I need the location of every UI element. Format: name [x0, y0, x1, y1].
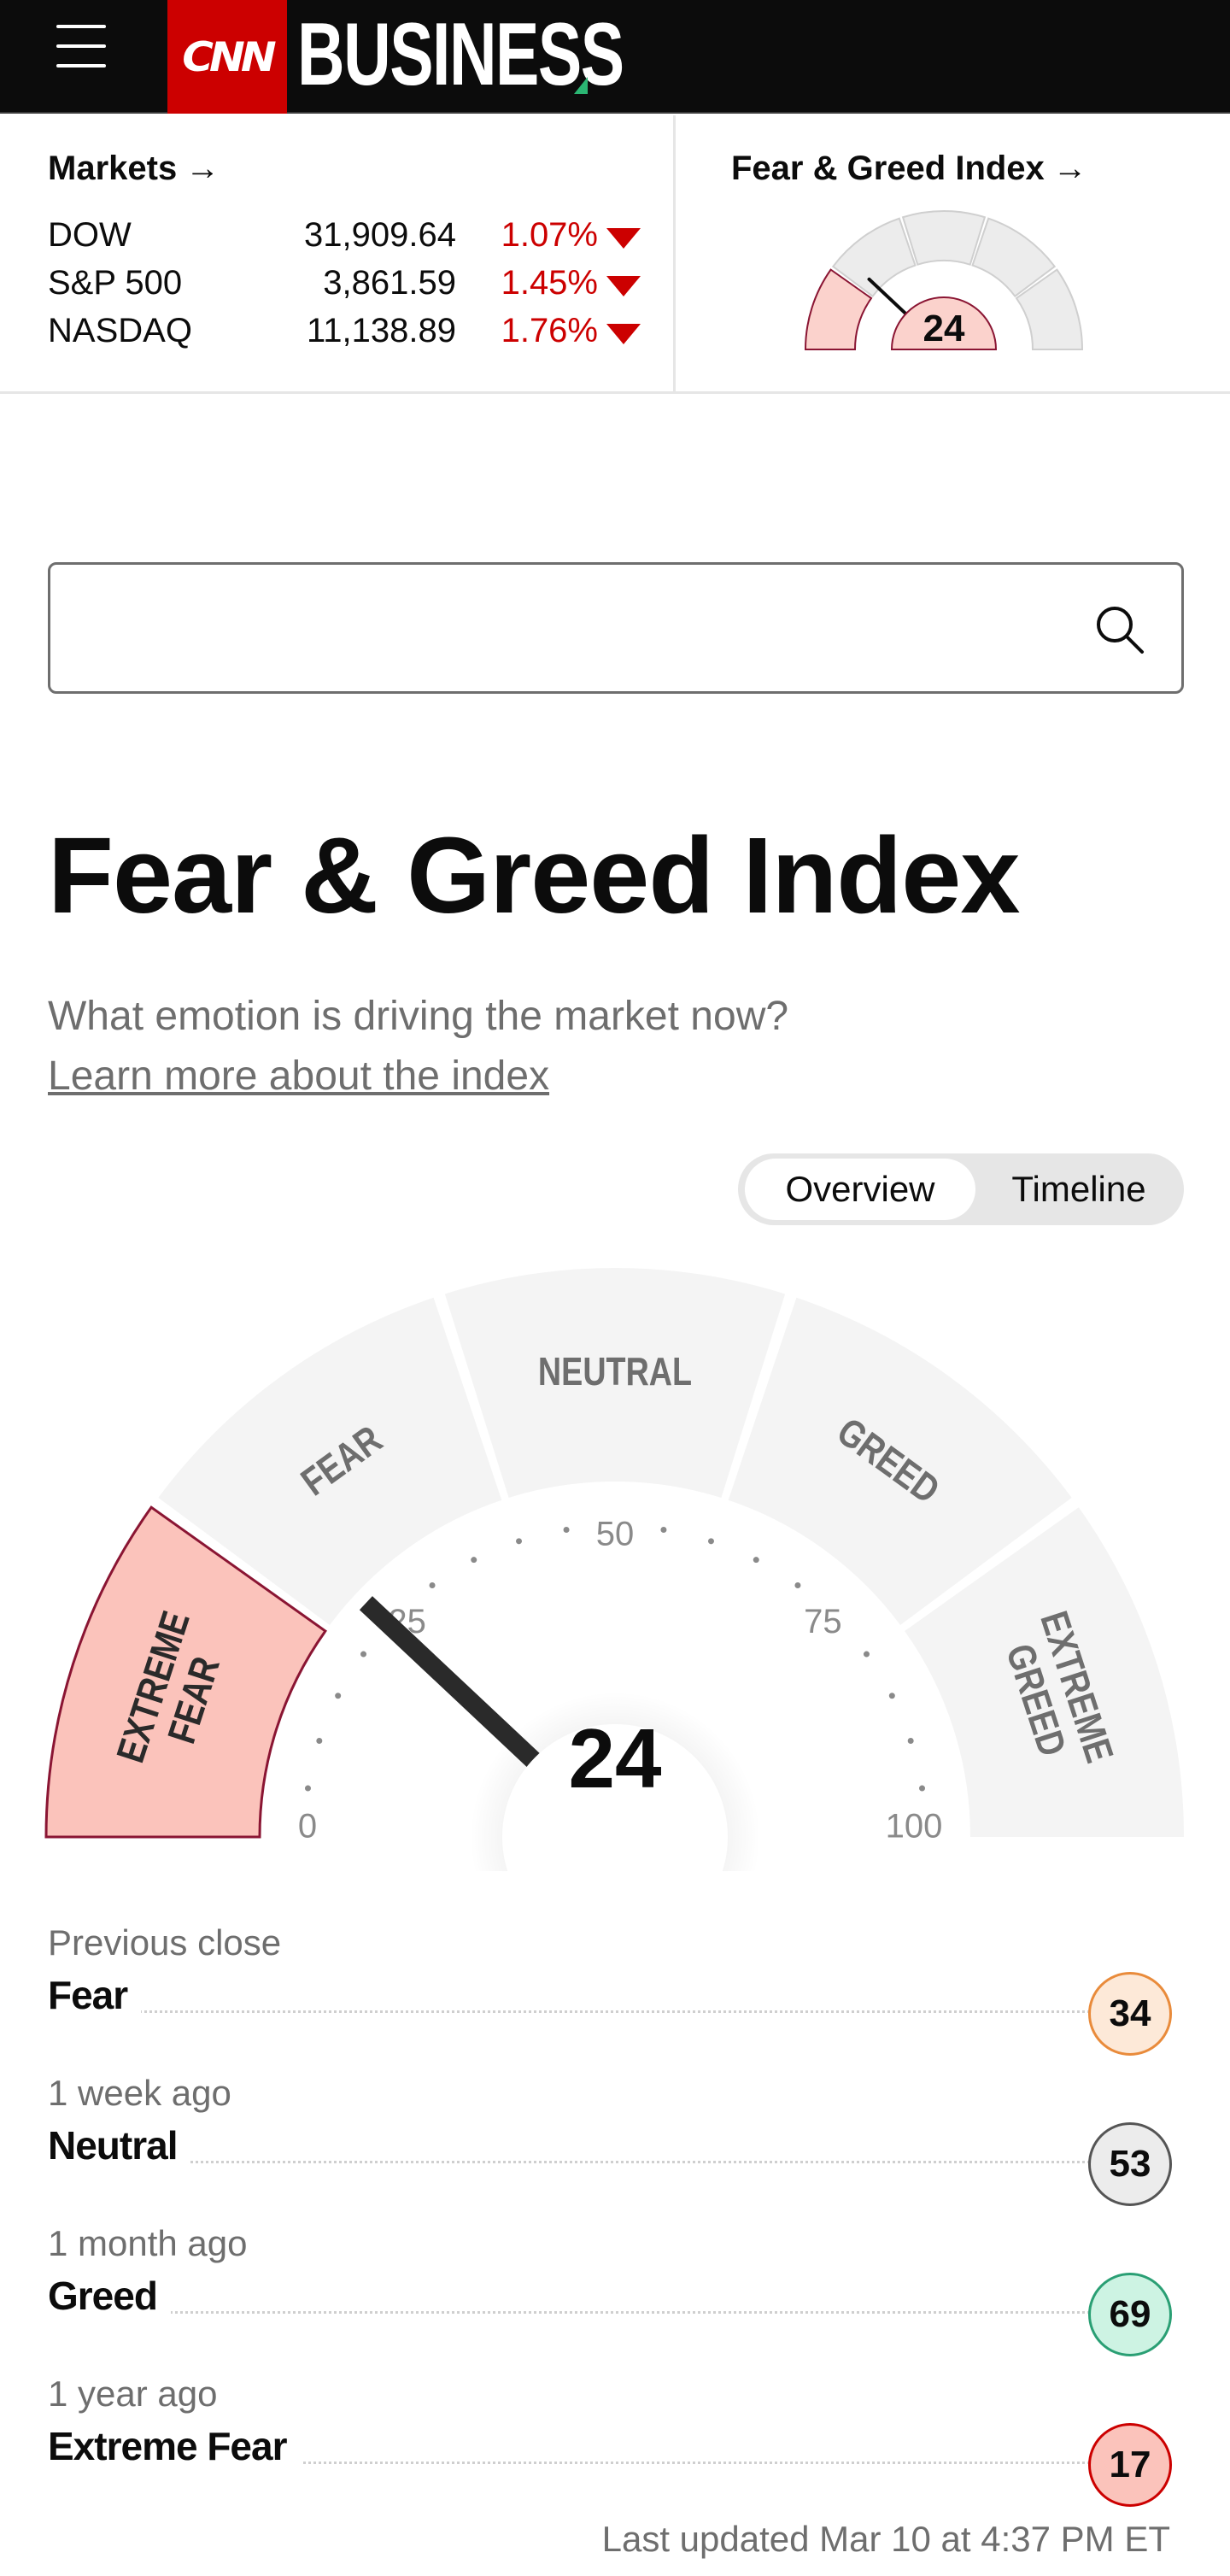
history-item: 1 year ago Extreme Fear 17 — [48, 2374, 1184, 2524]
page-title: Fear & Greed Index — [48, 815, 1020, 936]
gauge-tick-dot — [471, 1557, 477, 1564]
index-name: DOW — [48, 216, 132, 254]
gauge-scale-label: 75 — [804, 1603, 842, 1640]
market-index-row[interactable]: DOW 31,909.64 1.07% — [48, 216, 641, 264]
gauge-tick-dot — [316, 1738, 323, 1745]
mini-gauge-segment — [901, 210, 987, 266]
history-when: 1 month ago — [48, 2223, 248, 2263]
gauge-tick-dot — [360, 1651, 367, 1658]
cnn-logo[interactable]: CNN — [167, 0, 287, 114]
history-label: Extreme Fear — [48, 2423, 301, 2469]
index-value: 3,861.59 — [323, 264, 456, 302]
gauge-segment-label: NEUTRAL — [538, 1349, 692, 1393]
history-score-badge: 69 — [1088, 2273, 1172, 2356]
gauge-scale-label: 0 — [298, 1808, 317, 1845]
gauge-tick-dot — [907, 1738, 914, 1745]
history-when: 1 week ago — [48, 2073, 231, 2113]
history-score-badge: 53 — [1088, 2122, 1172, 2206]
history-label: Neutral — [48, 2122, 191, 2168]
last-updated: Last updated Mar 10 at 4:37 PM ET — [601, 2519, 1170, 2559]
index-name: S&P 500 — [48, 264, 183, 302]
gauge-needle — [359, 1596, 554, 1780]
history-label: Greed — [48, 2273, 171, 2319]
down-arrow-icon — [606, 228, 641, 249]
arrow-right-icon: → — [1052, 150, 1087, 187]
fear-greed-gauge: 0255075100 EXTREMEFEARFEARNEUTRALGREEDEX… — [44, 1268, 1184, 1871]
history-item: 1 week ago Neutral 53 — [48, 2073, 1184, 2223]
learn-more-link[interactable]: Learn more about the index — [48, 1053, 549, 1100]
index-change: 1.76% — [501, 312, 598, 349]
gauge-tick-dot — [563, 1526, 570, 1533]
market-index-row[interactable]: NASDAQ 11,138.89 1.76% — [48, 312, 641, 360]
view-toggle: Overview Timeline — [738, 1153, 1184, 1225]
gauge-scale-label: 100 — [886, 1808, 943, 1845]
arrow-right-icon: → — [185, 150, 220, 187]
menu-icon[interactable] — [53, 21, 109, 72]
gauge-tick-dot — [794, 1582, 801, 1589]
gauge-tick-dot — [304, 1785, 311, 1792]
market-index-row[interactable]: S&P 500 3,861.59 1.45% — [48, 264, 641, 312]
history-label: Fear — [48, 1972, 142, 2018]
brand-triangle-icon — [574, 77, 588, 94]
gauge-tick-dot — [707, 1538, 714, 1545]
gauge-tick-dot — [753, 1557, 759, 1564]
gauge-tick-dot — [429, 1582, 436, 1589]
dotted-leader — [48, 2161, 1090, 2163]
mini-gauge-value: 24 — [923, 308, 965, 349]
search-input[interactable] — [67, 582, 1075, 676]
page-subtitle: What emotion is driving the market now? — [48, 994, 789, 1039]
cnn-logo-text: CNN — [182, 32, 276, 81]
gauge-scale-label: 50 — [596, 1516, 635, 1553]
gauge-tick-dot — [660, 1526, 667, 1533]
index-change: 1.07% — [501, 216, 598, 254]
gauge-tick-dot — [516, 1538, 523, 1545]
down-arrow-icon — [606, 276, 641, 296]
markets-link[interactable]: Markets → — [48, 150, 220, 188]
down-arrow-icon — [606, 324, 641, 344]
fear-greed-link[interactable]: Fear & Greed Index → — [731, 150, 1087, 188]
search-icon[interactable] — [1092, 602, 1147, 657]
gauge-tick-dot — [888, 1693, 895, 1699]
gauge-tick-dot — [919, 1785, 926, 1792]
gauge-tick-dot — [335, 1693, 342, 1699]
gauge-tick-dot — [863, 1651, 870, 1658]
markets-title: Markets — [48, 150, 178, 187]
history-when: Previous close — [48, 1922, 282, 1963]
history-score-badge: 34 — [1088, 1972, 1172, 2056]
search-box[interactable] — [48, 562, 1184, 694]
market-bar: Markets → DOW 31,909.64 1.07% S&P 500 3,… — [0, 115, 1230, 394]
index-value: 11,138.89 — [307, 312, 456, 349]
history-when: 1 year ago — [48, 2374, 218, 2414]
index-name: NASDAQ — [48, 312, 192, 349]
gauge-value: 24 — [568, 1711, 661, 1805]
history-item: 1 month ago Greed 69 — [48, 2223, 1184, 2374]
history-item: Previous close Fear 34 — [48, 1922, 1184, 2073]
divider — [673, 115, 676, 394]
history-score-badge: 17 — [1088, 2423, 1172, 2507]
dotted-leader — [48, 2010, 1090, 2013]
site-header: CNN BUSINESS — [0, 0, 1230, 114]
fear-greed-widget-title: Fear & Greed Index — [731, 150, 1045, 187]
mini-gauge[interactable]: 24 — [803, 204, 1085, 375]
index-change: 1.45% — [501, 264, 598, 302]
toggle-overview[interactable]: Overview — [745, 1159, 975, 1220]
dotted-leader — [48, 2311, 1090, 2314]
index-value: 31,909.64 — [304, 216, 456, 254]
toggle-timeline[interactable]: Timeline — [981, 1159, 1177, 1220]
